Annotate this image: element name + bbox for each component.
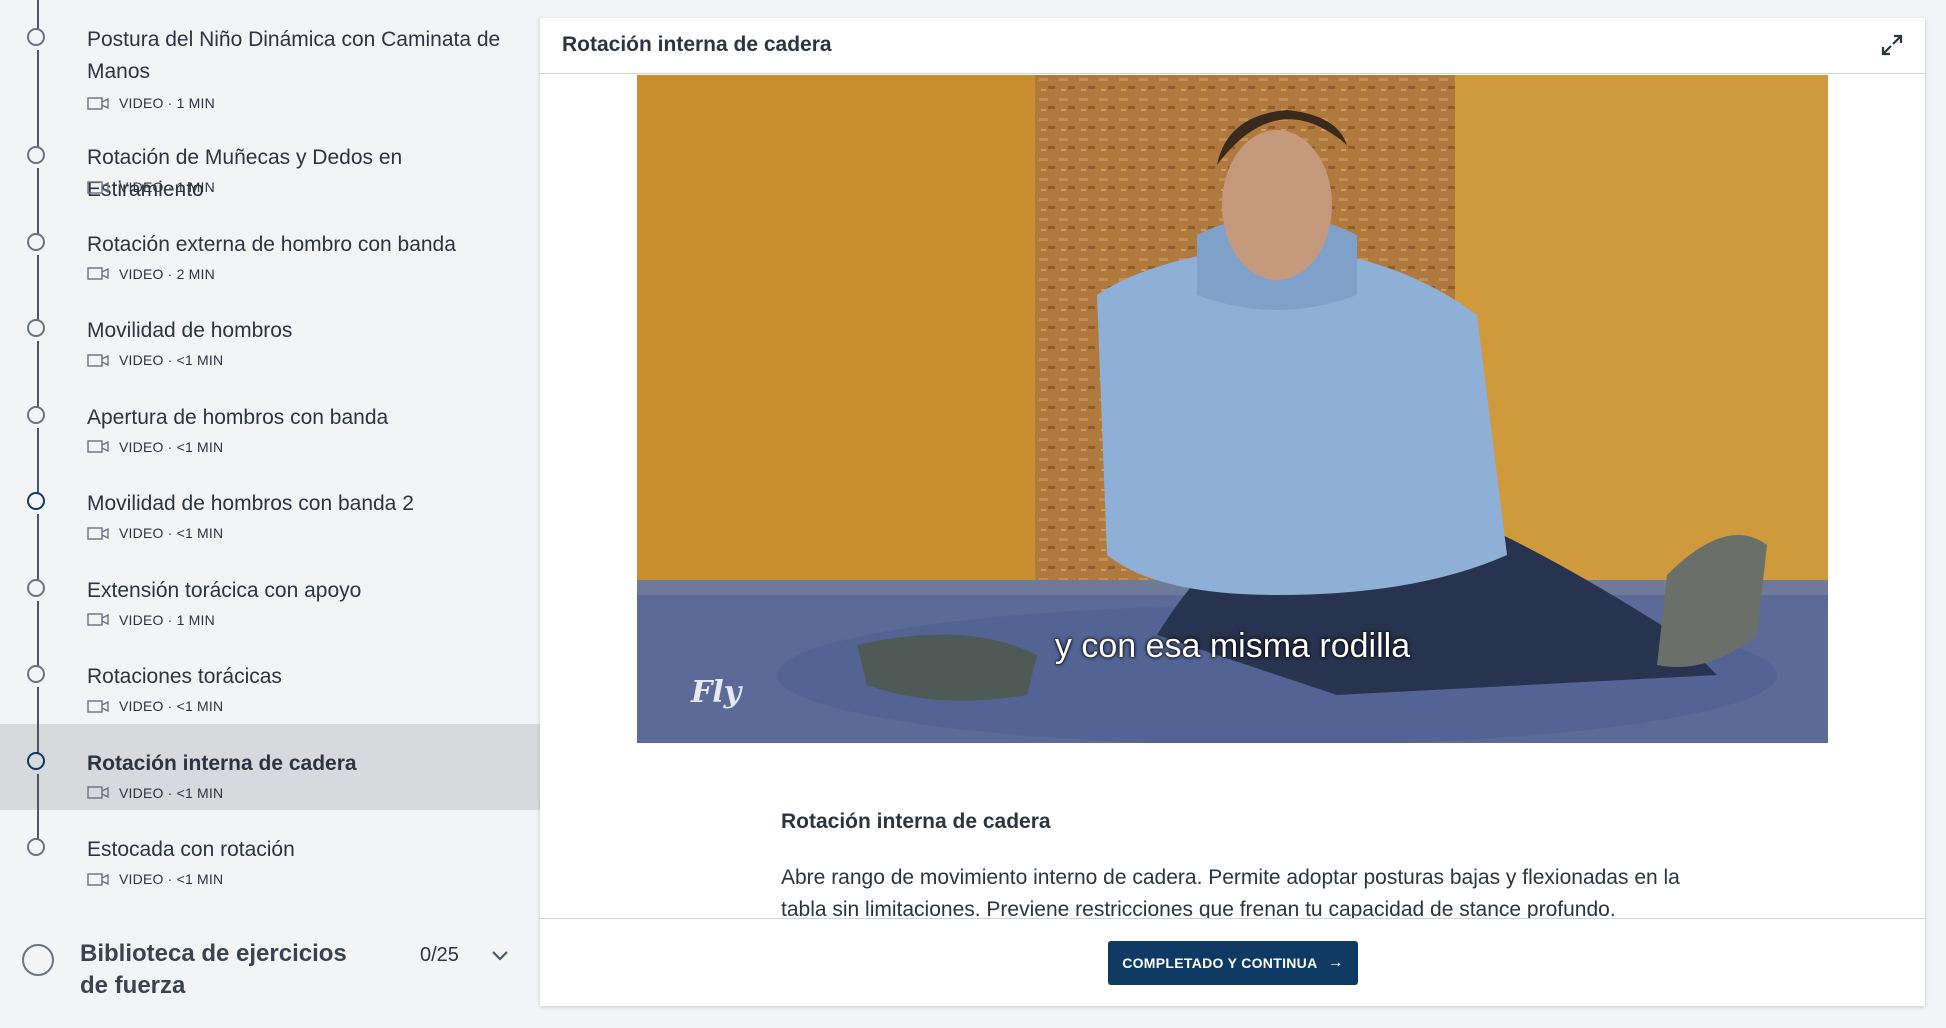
lesson-meta-text: VIDEO · 2 MIN: [119, 265, 215, 282]
timeline-rail: [37, 168, 39, 205]
lesson-meta: VIDEO · <1 MIN: [87, 352, 223, 368]
lesson-item[interactable]: Rotación de Muñecas y Dedos en Estiramie…: [0, 118, 540, 205]
timeline-rail: [37, 118, 39, 148]
timeline-rail: [37, 687, 39, 724]
timeline-rail: [37, 0, 39, 30]
chapter-title: Biblioteca de ejercicios de fuerza: [80, 940, 347, 999]
lesson-title: Rotaciones torácicas: [87, 665, 282, 688]
complete-and-continue-button[interactable]: COMPLETADO Y CONTINUA →: [1108, 941, 1358, 985]
lesson-status-circle-icon: [27, 751, 45, 770]
course-sidebar: Postura del Niño Dinámica con Caminata d…: [0, 0, 540, 1028]
lesson-status-circle-icon: [27, 146, 45, 164]
timeline-rail: [37, 427, 39, 464]
timeline-rail: [37, 50, 39, 118]
lesson-title: Apertura de hombros con banda: [87, 405, 389, 429]
lesson-status-circle-icon: [27, 838, 45, 856]
timeline-rail: [37, 254, 39, 291]
lesson-item-active[interactable]: Rotación interna de cadera VIDEO · <1 MI…: [0, 723, 540, 810]
lesson-meta-text: VIDEO · <1 MIN: [119, 352, 224, 368]
chevron-down-icon[interactable]: [490, 948, 510, 962]
lesson-meta-text: VIDEO · 1 MIN: [119, 611, 215, 628]
timeline-rail: [37, 810, 39, 840]
lesson-meta: VIDEO · 1 MIN: [87, 95, 215, 111]
lesson-status-circle-icon: [27, 232, 45, 251]
video-camera-icon: [87, 96, 109, 110]
panel-footer: COMPLETADO Y CONTINUA →: [540, 918, 1925, 1006]
content-description: Abre rango de movimiento interno de cade…: [781, 866, 1680, 918]
timeline-rail: [37, 464, 39, 494]
lesson-status-circle-icon: [27, 492, 45, 510]
lesson-item[interactable]: Movilidad de hombros con banda 2 VIDEO ·…: [0, 464, 540, 551]
lesson-title: Extensión torácica con apoyo: [87, 578, 362, 602]
complete-button-label: COMPLETADO Y CONTINUA: [1122, 955, 1318, 971]
lesson-title: Rotación interna de cadera: [87, 751, 357, 775]
lesson-title: Estocada con rotación: [87, 838, 295, 861]
panel-title: Rotación interna de cadera: [562, 33, 832, 56]
timeline-rail: [37, 514, 39, 551]
expand-icon[interactable]: [1877, 30, 1907, 60]
lesson-meta: VIDEO · <1 MIN: [87, 439, 223, 455]
lesson-status-circle-icon: [27, 405, 45, 424]
lesson-title: Movilidad de hombros con banda 2: [87, 492, 414, 515]
lesson-status-circle-icon: [27, 578, 45, 597]
timeline-rail: [37, 637, 39, 667]
lesson-title: Rotación externa de hombro con banda: [87, 232, 456, 256]
content-title: Rotación interna de cadera: [781, 810, 1051, 833]
video-camera-icon: [87, 786, 109, 799]
lesson-meta-text: VIDEO · <1 MIN: [119, 871, 224, 887]
timeline-rail: [37, 550, 39, 581]
lesson-panel: Rotación interna de cadera y con esa mis…: [540, 18, 1925, 1006]
video-player[interactable]: y con esa misma rodilla Fly: [637, 75, 1828, 743]
video-camera-icon: [87, 526, 109, 540]
lesson-title: Postura del Niño Dinámica con Caminata d…: [87, 28, 501, 83]
lesson-meta: VIDEO · <1 MIN: [87, 698, 223, 714]
lesson-meta-text: VIDEO · <1 MIN: [119, 698, 224, 714]
video-camera-icon: [87, 180, 109, 194]
chapter-status-circle-icon: [22, 944, 54, 976]
lesson-meta-text: VIDEO · <1 MIN: [119, 438, 224, 455]
video-subtitle: y con esa misma rodilla: [1054, 627, 1411, 665]
lesson-meta: VIDEO · <1 MIN: [87, 871, 223, 887]
video-camera-icon: [87, 267, 109, 280]
chapter-progress-count: 0/25: [420, 944, 459, 966]
timeline-rail: [37, 204, 39, 235]
lesson-item[interactable]: Apertura de hombros con banda VIDEO · <1…: [0, 377, 540, 464]
lesson-title: Rotación de Muñecas y Dedos en Estiramie…: [87, 146, 403, 201]
lesson-item[interactable]: Postura del Niño Dinámica con Caminata d…: [0, 0, 540, 118]
lesson-item[interactable]: Rotaciones torácicas VIDEO · <1 MIN: [0, 637, 540, 724]
video-camera-icon: [87, 872, 109, 886]
lesson-list: Postura del Niño Dinámica con Caminata d…: [0, 0, 540, 897]
lesson-meta: VIDEO · <1 MIN: [87, 525, 223, 541]
lesson-meta: VIDEO · 1 MIN: [87, 612, 215, 628]
lesson-status-circle-icon: [27, 28, 45, 46]
timeline-rail: [37, 600, 39, 637]
timeline-rail: [37, 773, 39, 810]
video-camera-icon: [87, 440, 109, 453]
panel-header: Rotación interna de cadera: [540, 18, 1925, 74]
lesson-meta: VIDEO · 1 MIN: [87, 179, 215, 195]
chapter-toggle[interactable]: Biblioteca de ejercicios de fuerza 0/25: [0, 930, 540, 1028]
lesson-item[interactable]: Estocada con rotación VIDEO · <1 MIN: [0, 810, 540, 897]
lesson-item[interactable]: Extensión torácica con apoyo VIDEO · 1 M…: [0, 550, 540, 637]
lesson-meta: VIDEO · <1 MIN: [87, 785, 223, 801]
timeline-rail: [37, 377, 39, 408]
timeline-rail: [37, 341, 39, 378]
lesson-meta: VIDEO · 2 MIN: [87, 266, 215, 282]
lesson-status-circle-icon: [27, 665, 45, 683]
lesson-status-circle-icon: [27, 319, 45, 337]
lesson-meta-text: VIDEO · <1 MIN: [119, 784, 224, 801]
lesson-meta-text: VIDEO · <1 MIN: [119, 525, 224, 541]
lesson-item[interactable]: Movilidad de hombros VIDEO · <1 MIN: [0, 291, 540, 378]
lesson-meta-text: VIDEO · 1 MIN: [119, 95, 215, 111]
video-camera-icon: [87, 613, 109, 626]
arrow-right-icon: →: [1327, 954, 1344, 971]
timeline-rail: [37, 723, 39, 754]
video-camera-icon: [87, 699, 109, 713]
lesson-meta-text: VIDEO · 1 MIN: [119, 179, 215, 195]
lesson-title: Movilidad de hombros: [87, 319, 293, 342]
video-camera-icon: [87, 353, 109, 367]
timeline-rail: [37, 291, 39, 321]
video-logo: Fly: [691, 675, 742, 710]
lesson-item[interactable]: Rotación externa de hombro con banda VID…: [0, 204, 540, 291]
